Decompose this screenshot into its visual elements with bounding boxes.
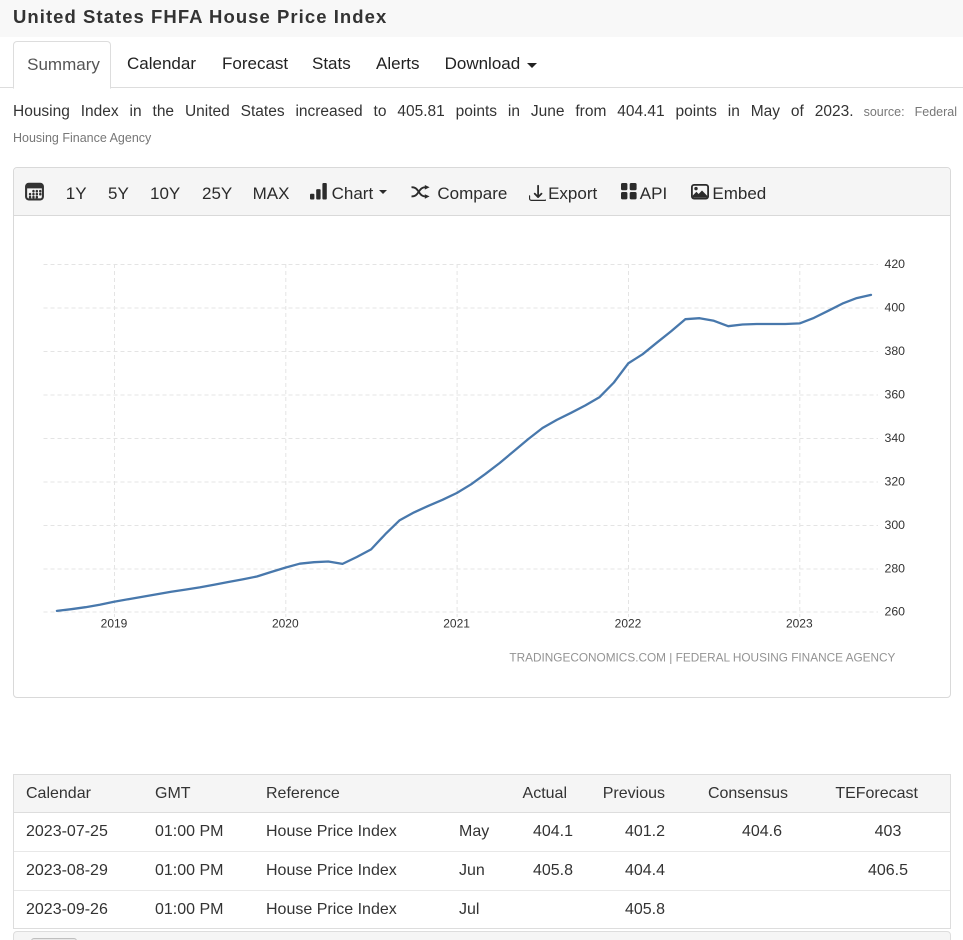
svg-text:320: 320 xyxy=(885,475,906,489)
svg-text:300: 300 xyxy=(885,518,906,532)
svg-text:TRADINGECONOMICS.COM | FEDERAL: TRADINGECONOMICS.COM | FEDERAL HOUSING F… xyxy=(509,651,895,665)
svg-text:260: 260 xyxy=(885,605,906,619)
svg-text:2019: 2019 xyxy=(101,617,128,631)
svg-text:340: 340 xyxy=(885,431,906,445)
svg-text:380: 380 xyxy=(885,344,906,358)
svg-text:360: 360 xyxy=(885,388,906,402)
svg-text:2021: 2021 xyxy=(443,617,470,631)
svg-text:2022: 2022 xyxy=(615,617,642,631)
svg-text:420: 420 xyxy=(885,257,906,271)
svg-text:2020: 2020 xyxy=(272,617,299,631)
svg-text:2023: 2023 xyxy=(786,617,813,631)
svg-text:400: 400 xyxy=(885,301,906,315)
svg-text:280: 280 xyxy=(885,562,906,576)
